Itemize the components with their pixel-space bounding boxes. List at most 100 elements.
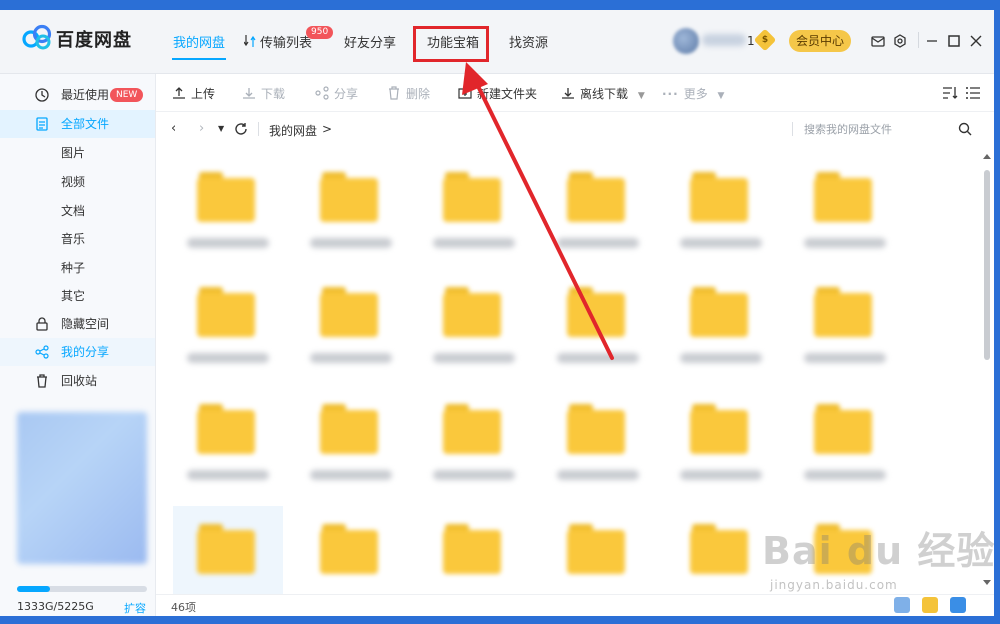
folder-body <box>690 410 748 454</box>
vip-center-button[interactable]: 会员中心 <box>789 30 851 52</box>
delete-button[interactable]: 删除 <box>387 85 430 102</box>
folder-name-blurred <box>310 470 392 480</box>
share-icon <box>35 345 49 359</box>
sidebar-item-others[interactable]: 其它 <box>0 282 155 310</box>
search-input[interactable] <box>804 119 954 139</box>
new-folder-icon <box>458 88 472 99</box>
minimize-icon[interactable] <box>924 33 940 49</box>
sidebar-item-hidden-space[interactable]: 隐藏空间 <box>0 310 155 338</box>
sidebar-item-recycle-bin[interactable]: 回收站 <box>0 367 155 395</box>
tab-friend-share[interactable]: 好友分享 <box>344 32 396 51</box>
tab-find-resources[interactable]: 找资源 <box>509 32 548 51</box>
folder-name-blurred <box>433 470 515 480</box>
folder-item[interactable] <box>419 386 529 496</box>
folder-name-blurred <box>680 353 762 363</box>
sidebar: 最近使用 NEW 全部文件 图片 视频 文档 音乐 种子 其它 隐藏空间 我的分… <box>0 74 156 616</box>
folder-item[interactable] <box>419 269 529 379</box>
upload-icon <box>173 87 185 99</box>
folder-item[interactable] <box>173 154 283 264</box>
sidebar-item-torrents[interactable]: 种子 <box>0 254 155 282</box>
folder-item[interactable] <box>666 506 776 594</box>
search-icon[interactable] <box>958 122 972 136</box>
folder-icon <box>195 402 259 456</box>
folder-item[interactable] <box>296 386 406 496</box>
tab-my-netdisk[interactable]: 我的网盘 <box>173 32 225 51</box>
history-dropdown-icon[interactable]: ▼ <box>218 124 224 133</box>
new-folder-button[interactable]: 新建文件夹 <box>458 85 537 102</box>
upload-button[interactable]: 上传 <box>172 85 215 102</box>
share-icon <box>315 86 329 100</box>
share-button[interactable]: 分享 <box>315 85 358 102</box>
promo-banner-blurred[interactable] <box>17 412 147 564</box>
folder-item[interactable] <box>173 386 283 496</box>
folder-item[interactable] <box>543 386 653 496</box>
folder-item[interactable] <box>543 154 653 264</box>
folder-item[interactable] <box>296 506 406 594</box>
refresh-icon[interactable] <box>234 122 248 136</box>
list-view-icon[interactable] <box>966 86 980 100</box>
folder-name-blurred <box>187 238 269 248</box>
folder-item[interactable] <box>296 269 406 379</box>
folder-body <box>443 530 501 574</box>
sort-icon[interactable] <box>942 86 958 100</box>
expand-storage-link[interactable]: 扩容 <box>124 600 146 616</box>
lock-icon <box>36 317 48 331</box>
folder-body <box>197 410 255 454</box>
download-icon <box>243 88 255 99</box>
folder-body <box>320 178 378 222</box>
tab-transfer-list[interactable]: 传输列表 <box>260 32 312 51</box>
avatar[interactable] <box>673 28 699 54</box>
lock-status-icon[interactable] <box>950 597 966 613</box>
folder-name-blurred <box>557 353 639 363</box>
new-badge: NEW <box>110 88 144 102</box>
close-icon[interactable] <box>968 33 984 49</box>
transfer-icon <box>244 35 256 47</box>
folder-body <box>443 293 501 337</box>
sidebar-item-videos[interactable]: 视频 <box>0 168 155 196</box>
folder-item[interactable] <box>419 154 529 264</box>
sidebar-item-my-shares[interactable]: 我的分享 <box>0 338 155 366</box>
folder-item[interactable] <box>173 506 283 594</box>
breadcrumb-my-netdisk[interactable]: 我的网盘 <box>269 122 317 139</box>
sidebar-item-all-files[interactable]: 全部文件 <box>0 110 155 138</box>
folder-item[interactable] <box>790 269 900 379</box>
folder-item[interactable] <box>543 506 653 594</box>
folder-name-blurred <box>310 238 392 248</box>
sidebar-item-label: 回收站 <box>61 374 98 388</box>
folder-item[interactable] <box>296 154 406 264</box>
upload-status-icon[interactable] <box>922 597 938 613</box>
folder-item[interactable] <box>790 154 900 264</box>
sidebar-item-music[interactable]: 音乐 <box>0 225 155 253</box>
folder-item[interactable] <box>173 269 283 379</box>
sidebar-item-label: 视频 <box>61 175 86 189</box>
sidebar-item-documents[interactable]: 文档 <box>0 197 155 225</box>
grid-app-icon[interactable] <box>894 597 910 613</box>
username-blurred <box>702 34 746 46</box>
settings-icon[interactable] <box>892 33 908 49</box>
folder-name-blurred <box>433 353 515 363</box>
scroll-thumb[interactable] <box>984 170 990 360</box>
mail-icon[interactable] <box>870 33 886 49</box>
transfer-count-badge: 950 <box>306 26 334 39</box>
folder-name-blurred <box>680 238 762 248</box>
folder-item[interactable] <box>666 154 776 264</box>
download-button[interactable]: 下载 <box>242 85 285 102</box>
search-divider <box>792 122 793 136</box>
more-button[interactable]: ··· 更多 ▼ <box>662 85 724 102</box>
folder-item[interactable] <box>790 386 900 496</box>
scroll-up-icon[interactable] <box>983 154 991 159</box>
folder-icon <box>195 170 259 224</box>
folder-item[interactable] <box>543 269 653 379</box>
offline-download-label: 离线下载 <box>580 87 629 101</box>
folder-item[interactable] <box>419 506 529 594</box>
sidebar-item-recent[interactable]: 最近使用 NEW <box>0 81 155 109</box>
sidebar-item-images[interactable]: 图片 <box>0 139 155 167</box>
folder-item[interactable] <box>666 269 776 379</box>
folder-item[interactable] <box>666 386 776 496</box>
scroll-down-icon[interactable] <box>983 580 991 585</box>
document-icon <box>36 117 48 131</box>
forward-arrow-icon[interactable]: › <box>199 121 204 136</box>
back-arrow-icon[interactable]: ‹ <box>171 121 176 136</box>
offline-download-button[interactable]: 离线下载 ▼ <box>561 85 645 102</box>
maximize-icon[interactable] <box>946 33 962 49</box>
